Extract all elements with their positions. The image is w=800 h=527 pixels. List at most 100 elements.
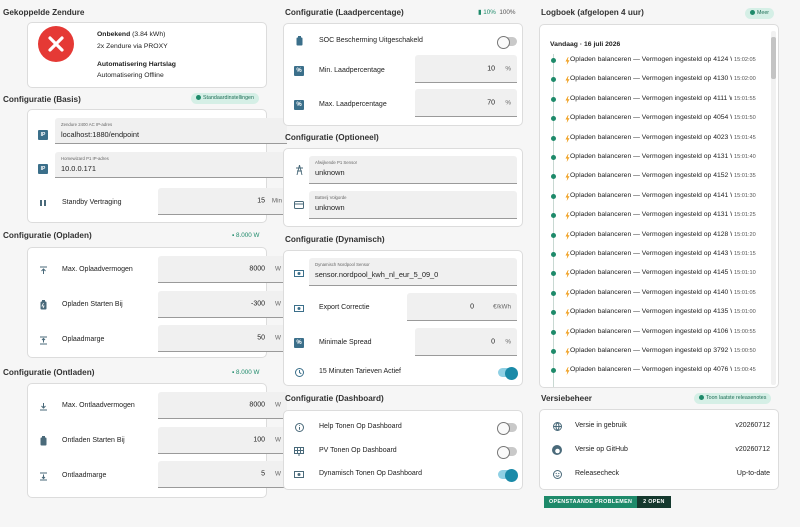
log-time: 15:01:55 — [734, 95, 756, 102]
log-message: Opladen balanceren — Vermogen ingesteld … — [570, 366, 732, 374]
info-icon — [750, 9, 755, 15]
tariff-15min-label: 15 Minuten Tarieven Actief — [319, 368, 401, 375]
max-charge-pct-field[interactable]: 70% — [415, 89, 517, 117]
optioneel-card: Afwijkende P1 Sensor unknown Batterij Vo… — [283, 148, 523, 227]
dynamisch-card: Dynamisch Nordpool Sensor sensor.nordpoo… — [283, 250, 523, 386]
battery-order-field[interactable]: Batterij Volgorde unknown — [309, 191, 517, 219]
charge-start-field[interactable]: -300 W — [158, 291, 287, 318]
automation-status: Automatisering Offline — [97, 72, 164, 79]
log-time: 15:00:55 — [734, 328, 756, 335]
log-time: 15:01:00 — [734, 309, 756, 316]
log-message: Opladen balanceren — Vermogen ingesteld … — [570, 172, 732, 180]
max-charge-label: Max. Oplaadvermogen — [62, 266, 133, 273]
min-spread-label: Minimale Spread — [319, 339, 372, 346]
pause-icon — [38, 198, 48, 208]
log-time: 15:01:35 — [734, 173, 756, 180]
timeline-dot — [551, 232, 556, 238]
discharge-start-field[interactable]: 100 W — [158, 427, 287, 454]
max-discharge-field[interactable]: 8000 W — [158, 392, 287, 419]
nordpool-sensor-field[interactable]: Dynamisch Nordpool Sensor sensor.nordpoo… — [309, 258, 517, 286]
ontladen-hint: ▪ 8.000 W — [232, 369, 260, 376]
export-correction-field[interactable]: 0 €/kWh — [407, 293, 517, 321]
basis-card: IP Zendure 2400 AC IP-adres localhost:18… — [27, 109, 287, 223]
max-discharge-label: Max. Ontlaadvermogen — [62, 402, 135, 409]
log-item: Opladen balanceren — Vermogen ingesteld … — [540, 306, 765, 320]
release-notes-badge[interactable]: Toon laatste releasenotes — [694, 393, 772, 404]
zendure-device-card[interactable]: Onbekend (3.84 kWh) 2x Zendure via PROXY… — [27, 22, 267, 88]
error-icon — [38, 26, 74, 62]
standby-label: Standby Vertraging — [62, 199, 122, 206]
globe-icon — [552, 421, 562, 431]
timeline-dot — [551, 368, 556, 374]
timeline-dot — [551, 329, 556, 335]
cash-icon — [294, 268, 304, 278]
log-message: Opladen balanceren — Vermogen ingesteld … — [570, 347, 732, 354]
version-github-row[interactable]: Versie op GitHub v20260712 — [540, 438, 778, 462]
log-message: Opladen balanceren — Vermogen ingesteld … — [570, 191, 732, 199]
laad-hint: ▮ 10% 100% — [478, 9, 516, 16]
log-message: Opladen balanceren — Vermogen ingesteld … — [570, 250, 732, 257]
battery-shield-icon — [294, 36, 304, 46]
zendure-ip-field[interactable]: Zendure 2400 AC IP-adres localhost:1880/… — [55, 118, 287, 144]
pv-dashboard-label: PV Tonen Op Dashboard — [319, 447, 397, 454]
discharge-margin-field[interactable]: 5W — [158, 461, 287, 488]
log-time: 15:01:15 — [734, 251, 756, 257]
discharge-max-icon — [38, 401, 48, 411]
laad-card: SOC Bescherming Uitgeschakeld % Min. Laa… — [283, 23, 523, 126]
timeline-dot — [551, 213, 556, 219]
open-problems-count: 2 OPEN — [637, 496, 671, 508]
min-spread-field[interactable]: 0% — [415, 328, 517, 356]
log-card[interactable]: Vandaag · 16 juli 2026 Opladen balancere… — [539, 24, 779, 388]
log-message: Opladen balanceren — Vermogen ingesteld … — [570, 308, 732, 316]
log-item: Opladen balanceren — Vermogen ingesteld … — [540, 54, 765, 68]
homewizard-ip-field[interactable]: Homewizard P1 IP-adres 10.0.0.171 — [55, 152, 287, 178]
ontladen-card: Max. Ontlaadvermogen 8000 W Ontladen Star… — [27, 383, 287, 498]
log-message: Opladen balanceren — Vermogen ingesteld … — [570, 153, 732, 160]
log-scrollbar[interactable] — [771, 31, 776, 385]
log-time: 15:01:10 — [734, 270, 756, 277]
tariff-15min-toggle[interactable] — [498, 367, 518, 380]
opladen-section-title: Configuratie (Opladen) — [3, 231, 92, 240]
log-time: 15:02:05 — [734, 57, 756, 63]
max-charge-field[interactable]: 8000 W — [158, 256, 287, 283]
optioneel-section-title: Configuratie (Optioneel) — [285, 133, 379, 142]
log-item: Opladen balanceren — Vermogen ingesteld … — [540, 326, 765, 340]
log-message: Opladen balanceren — Vermogen ingesteld … — [570, 75, 732, 83]
help-dashboard-toggle[interactable] — [497, 422, 517, 435]
log-item: Opladen balanceren — Vermogen ingesteld … — [540, 73, 765, 87]
charge-start-label: Opladen Starten Bij — [62, 301, 123, 308]
default-settings-badge[interactable]: Standaardinstellingen — [191, 93, 259, 104]
reset-icon — [196, 94, 201, 100]
log-item: Opladen balanceren — Vermogen ingesteld … — [540, 112, 765, 126]
open-problems-button[interactable]: OPENSTAANDE PROBLEMEN 2 OPEN — [544, 496, 671, 508]
log-item: Opladen balanceren — Vermogen ingesteld … — [540, 364, 765, 378]
log-message: Opladen balanceren — Vermogen ingesteld … — [570, 230, 732, 238]
log-time: 15:01:50 — [734, 115, 756, 122]
charge-margin-field[interactable]: 50 W — [158, 325, 287, 352]
timeline-dot — [551, 271, 556, 277]
log-item: Opladen balanceren — Vermogen ingesteld … — [540, 151, 765, 165]
more-log-badge[interactable]: Meer — [745, 8, 775, 19]
dynamic-dashboard-toggle[interactable] — [498, 469, 518, 482]
log-message: Opladen balanceren — Vermogen ingesteld … — [570, 269, 732, 277]
soc-toggle[interactable] — [497, 36, 517, 49]
version-section-title: Versiebeheer — [541, 394, 592, 403]
timeline-dot — [551, 58, 556, 63]
pv-dashboard-toggle[interactable] — [497, 446, 517, 459]
p1-sensor-field[interactable]: Afwijkende P1 Sensor unknown — [309, 156, 517, 184]
device-proxy: 2x Zendure via PROXY — [97, 43, 168, 50]
log-scroll-thumb[interactable] — [771, 37, 776, 79]
ontladen-section-title: Configuratie (Ontladen) — [3, 368, 95, 377]
discharge-start-label: Ontladen Starten Bij — [62, 437, 125, 444]
cash-icon — [294, 469, 304, 479]
log-message: Opladen balanceren — Vermogen ingesteld … — [570, 133, 732, 141]
min-charge-field[interactable]: 10% — [415, 55, 517, 83]
log-item: Opladen balanceren — Vermogen ingesteld … — [540, 132, 765, 146]
laad-section-title: Configuratie (Laadpercentage) — [285, 8, 404, 17]
log-time: 15:00:50 — [734, 348, 756, 354]
log-time: 15:01:25 — [734, 212, 756, 219]
standby-field[interactable]: 15 Min — [158, 188, 287, 215]
log-item: Opladen balanceren — Vermogen ingesteld … — [540, 345, 765, 359]
log-time: 15:01:20 — [734, 231, 756, 238]
battery-charging-icon — [38, 300, 48, 310]
